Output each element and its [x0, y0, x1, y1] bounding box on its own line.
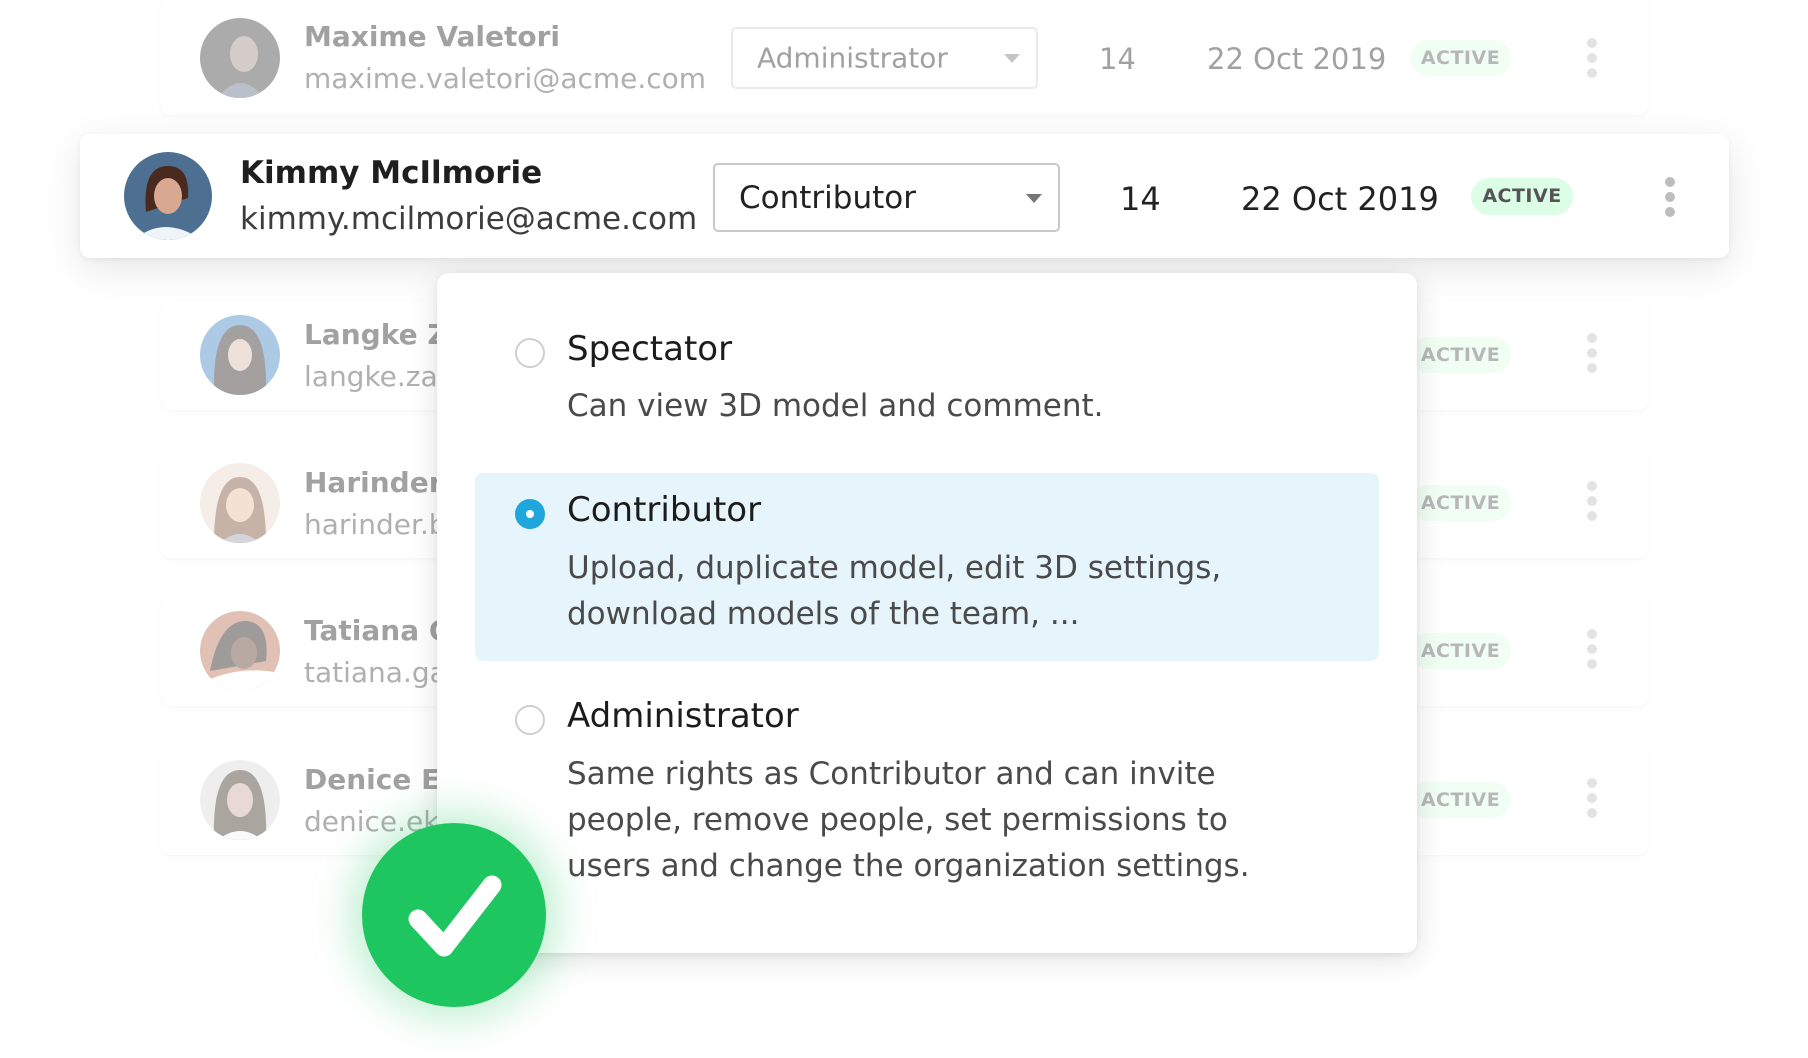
user-email: langke.zar: [304, 360, 450, 393]
role-option-description: Same rights as Contributor and can invit…: [567, 756, 1250, 884]
radio-icon[interactable]: [515, 499, 545, 529]
role-option-title: Spectator: [567, 329, 733, 369]
status-badge: ACTIVE: [1471, 178, 1573, 215]
status-badge: ACTIVE: [1410, 485, 1511, 521]
model-count: 14: [1120, 180, 1161, 218]
join-date: 22 Oct 2019: [1207, 42, 1387, 76]
user-email: maxime.valetori@acme.com: [304, 62, 707, 95]
caret-down-icon: [1004, 54, 1020, 63]
user-name: Kimmy McIlmorie: [240, 155, 543, 191]
avatar: [200, 760, 280, 840]
role-option-administrator[interactable]: Administrator Same rights as Contributor…: [475, 677, 1379, 927]
caret-down-icon: [1026, 193, 1042, 203]
user-email: tatiana.ga: [304, 656, 447, 689]
role-select-value: Administrator: [757, 41, 948, 75]
status-badge: ACTIVE: [1410, 633, 1511, 669]
status-badge: ACTIVE: [1410, 337, 1511, 373]
avatar: [124, 152, 212, 240]
radio-icon[interactable]: [515, 705, 545, 735]
avatar: [200, 611, 280, 691]
user-name: Denice Ek: [304, 763, 459, 796]
role-option-spectator[interactable]: Spectator Can view 3D model and comment.: [475, 313, 1379, 453]
role-option-title: Administrator: [567, 696, 799, 736]
role-select[interactable]: Contributor: [713, 163, 1060, 232]
role-option-contributor[interactable]: Contributor Upload, duplicate model, edi…: [475, 473, 1379, 661]
role-select[interactable]: Administrator: [731, 27, 1038, 89]
more-vertical-icon[interactable]: [1587, 481, 1597, 526]
radio-icon[interactable]: [515, 338, 545, 368]
more-vertical-icon[interactable]: [1587, 778, 1597, 823]
status-badge: ACTIVE: [1410, 782, 1511, 818]
status-badge: ACTIVE: [1410, 40, 1511, 76]
user-email: harinder.b: [304, 508, 447, 541]
role-option-description: Can view 3D model and comment.: [567, 388, 1104, 424]
role-option-title: Contributor: [567, 490, 762, 530]
role-dropdown-menu: Spectator Can view 3D model and comment.…: [437, 273, 1417, 953]
user-email: kimmy.mcilmorie@acme.com: [240, 201, 698, 237]
more-vertical-icon[interactable]: [1587, 38, 1597, 83]
avatar: [200, 315, 280, 395]
avatar: [200, 18, 280, 98]
more-vertical-icon[interactable]: [1587, 629, 1597, 674]
join-date: 22 Oct 2019: [1241, 180, 1439, 218]
more-vertical-icon[interactable]: [1665, 177, 1675, 222]
role-option-description: Upload, duplicate model, edit 3D setting…: [567, 550, 1222, 632]
avatar: [200, 463, 280, 543]
role-select-value: Contributor: [739, 179, 916, 216]
check-circle-icon: [362, 823, 546, 1007]
more-vertical-icon[interactable]: [1587, 333, 1597, 378]
user-name: Maxime Valetori: [304, 20, 560, 53]
model-count: 14: [1099, 42, 1136, 76]
